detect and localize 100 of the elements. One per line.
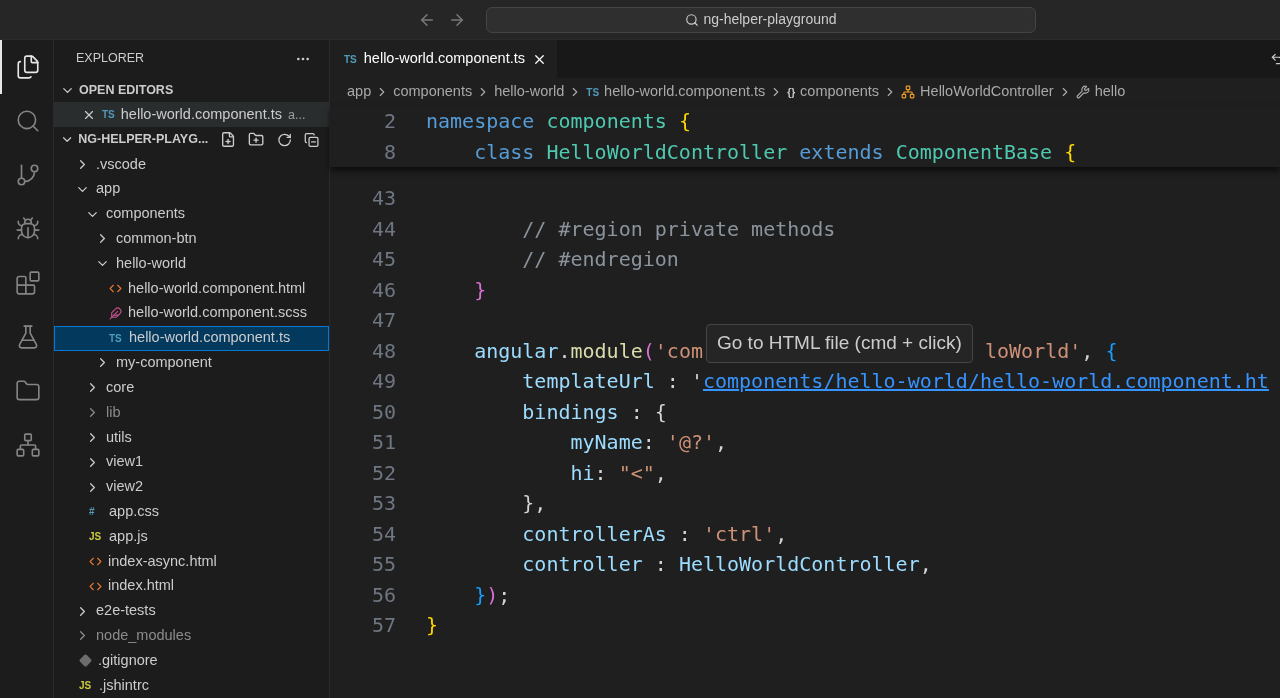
tree-item[interactable]: common-btn [54, 226, 329, 252]
collapse-icon[interactable] [303, 131, 319, 148]
tree-item[interactable]: app [54, 176, 329, 202]
wrench-icon [1075, 85, 1090, 99]
code-text: controller : HelloWorldController, [521, 551, 932, 579]
line-number: 54 [370, 520, 396, 548]
tree-item[interactable]: index.html [54, 573, 329, 599]
git-icon [14, 162, 41, 188]
line-number: 56 [370, 581, 396, 609]
code-text: class HelloWorldController extends ComponentBase { [473, 138, 1077, 166]
tree-item[interactable]: TS hello-world.component.ts [54, 325, 329, 351]
refresh-icon[interactable] [276, 131, 292, 148]
breadcrumb[interactable]: HelloWorldController [901, 81, 1054, 103]
file-name: components [106, 204, 185, 224]
file-name: hello-world.component.ts [129, 328, 291, 348]
search-icon [685, 12, 700, 27]
file-name: .vscode [96, 154, 146, 174]
breadcrumb[interactable]: TS hello-world.component.ts [586, 81, 766, 103]
code-text: loWorld', { [984, 337, 1118, 365]
breadcrumb[interactable]: {} components [787, 81, 880, 103]
file-name: hello-world [116, 253, 187, 273]
tree-item[interactable]: .vscode [54, 152, 329, 177]
file-type-icon: TS [344, 51, 357, 67]
file-name: index.html [108, 576, 175, 596]
file-name: utils [106, 427, 132, 447]
file-name: .jshintrc [99, 675, 149, 695]
file-name: app.css [109, 502, 159, 521]
code-text: templateUrl : 'components/hello-world/hello-world.component.ht [521, 368, 1269, 396]
code-text: myName: '@?', [569, 429, 728, 457]
undo-icon[interactable] [1270, 52, 1280, 66]
line-number: 49 [370, 368, 396, 396]
sidebar-title: EXPLORER [76, 50, 145, 68]
code-text: hi: "<", [569, 459, 667, 487]
tree-item[interactable]: hello-world.component.scss [54, 300, 329, 326]
breadcrumb[interactable]: components [393, 81, 473, 103]
file-name: e2e-tests [96, 601, 156, 621]
file-type-icon: # [89, 504, 103, 520]
code-text: }); [473, 581, 511, 609]
file-name: .gitignore [98, 650, 158, 670]
tree-item[interactable]: utils [54, 425, 329, 450]
line-number: 46 [370, 276, 396, 304]
tree-item[interactable]: hello-world [54, 251, 329, 277]
file-name: node_modules [96, 626, 192, 646]
tree-item[interactable]: core [54, 375, 329, 401]
tree-item[interactable]: .gitignore [54, 648, 329, 674]
file-name: hello-world.component.scss [128, 303, 307, 323]
line-number: 51 [370, 429, 396, 457]
tree-item[interactable]: JS app.js [54, 524, 329, 550]
file-type-icon: TS [109, 330, 123, 346]
files-icon [14, 54, 41, 80]
file-name: view1 [106, 452, 144, 472]
line-number: 44 [370, 215, 396, 243]
tree-item[interactable]: view2 [54, 474, 329, 500]
line-number: 57 [370, 612, 396, 640]
tree-item[interactable]: node_modules [54, 623, 329, 649]
code-icon [89, 555, 102, 568]
section-header[interactable]: NG-HELPER-PLAYG... [54, 127, 329, 153]
tree-item[interactable]: e2e-tests [54, 598, 329, 624]
code-text: // #endregion [521, 246, 679, 274]
section-header[interactable]: OPEN EDITORS [54, 77, 329, 103]
search-field[interactable]: ng-helper-playground [486, 6, 1036, 33]
diamond-icon [79, 654, 92, 668]
file-name: app [96, 179, 121, 199]
debug-icon [14, 216, 41, 242]
file-type-icon: JS [79, 678, 93, 694]
tree-item[interactable]: JS .jshintrc [54, 673, 329, 698]
line-number: 8 [382, 138, 396, 166]
tree-item[interactable]: lib [54, 400, 329, 425]
class-icon [901, 85, 916, 99]
open-editor-item[interactable]: TS hello-world.component.ts a... [54, 102, 329, 128]
line-number: 52 [370, 459, 396, 487]
file-type-icon: JS [89, 529, 103, 545]
code-text: bindings : { [521, 398, 667, 426]
line-number: 50 [370, 398, 396, 426]
tree-item[interactable]: # app.css [54, 499, 329, 525]
new-file-icon[interactable] [220, 131, 237, 149]
new-folder-icon[interactable] [248, 131, 265, 149]
tree-item[interactable]: components [54, 201, 329, 227]
file-name: core [106, 377, 135, 397]
tree-item[interactable]: view1 [54, 449, 329, 475]
file-name: app.js [109, 526, 148, 546]
file-name: hello-world.component.ts [120, 105, 282, 124]
file-name: view2 [106, 477, 144, 497]
tooltip: Go to HTML file (cmd + click) [706, 324, 973, 363]
editor-tab[interactable]: TS hello-world.component.ts [330, 40, 557, 78]
file-name: lib [106, 402, 121, 422]
code-text: angular.module('com [473, 337, 703, 365]
breadcrumb[interactable]: hello-world [494, 81, 565, 103]
file-name: common-btn [116, 229, 197, 249]
tree-item[interactable]: index-async.html [54, 549, 329, 574]
tree-item[interactable]: hello-world.component.html [54, 276, 329, 301]
breadcrumb[interactable]: hello [1075, 81, 1126, 103]
line-number: 45 [370, 246, 396, 274]
file-name: index-async.html [108, 551, 217, 571]
line-number: 2 [382, 108, 396, 136]
line-number: 43 [370, 185, 396, 213]
breadcrumb[interactable]: app [347, 81, 372, 103]
line-number: 55 [370, 551, 396, 579]
file-path: a... [288, 106, 306, 124]
tree-item[interactable]: my-component [54, 350, 329, 376]
